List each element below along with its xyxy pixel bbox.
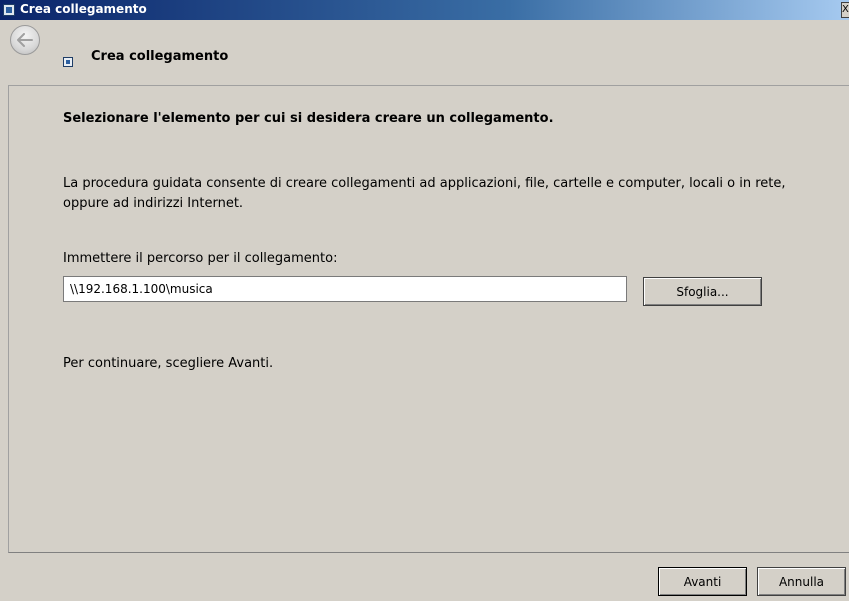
continue-instruction: Per continuare, scegliere Avanti.: [63, 356, 274, 371]
wizard-window: Crea collegamento X Crea collegamento Se…: [0, 0, 849, 601]
shortcut-app-icon: [3, 4, 15, 16]
back-arrow-icon: [17, 33, 33, 47]
next-button[interactable]: Avanti: [658, 567, 747, 596]
wizard-content: Selezionare l'elemento per cui si deside…: [8, 85, 849, 553]
wizard-description: La procedura guidata consente di creare …: [63, 176, 786, 211]
cancel-button[interactable]: Annulla: [757, 567, 846, 596]
browse-button[interactable]: Sfoglia...: [643, 277, 762, 306]
path-label: Immettere il percorso per il collegament…: [63, 251, 338, 266]
shortcut-path-input[interactable]: [63, 276, 627, 302]
shortcut-wizard-icon: [63, 57, 73, 67]
back-button[interactable]: [10, 25, 40, 55]
page-heading: Selezionare l'elemento per cui si deside…: [63, 111, 554, 126]
wizard-title: Crea collegamento: [91, 49, 229, 64]
title-bar[interactable]: Crea collegamento X: [0, 0, 849, 20]
window-title: Crea collegamento: [20, 2, 147, 16]
close-button[interactable]: X: [841, 2, 849, 18]
